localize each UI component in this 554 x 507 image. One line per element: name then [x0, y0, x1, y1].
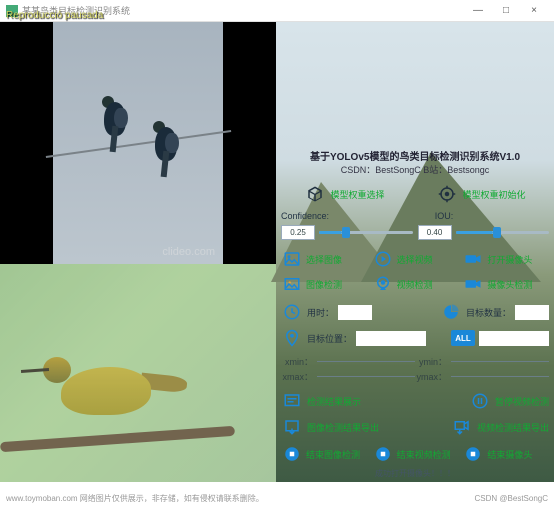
pause-video-button[interactable]: 暂停视频检测 — [495, 395, 549, 408]
ymin-field[interactable] — [451, 361, 549, 362]
end-image-button[interactable]: 结束图像检测 — [306, 448, 360, 461]
stop-image-icon — [281, 443, 303, 465]
iou-value[interactable]: 0.40 — [418, 225, 452, 240]
ymax-label: ymax： — [415, 370, 447, 383]
cube-icon — [304, 183, 326, 205]
select-weights-button[interactable]: 模型权重选择 — [330, 188, 384, 201]
camera-open-icon — [462, 248, 484, 270]
clock-icon — [281, 301, 303, 323]
init-weights-button[interactable]: 模型权重初始化 — [462, 188, 525, 201]
result-preview[interactable] — [0, 264, 276, 483]
image-icon — [281, 248, 303, 270]
page-footer: www.toymoban.com 网络图片仅供展示，非存储，如有侵权请联系删除。… — [0, 489, 554, 507]
export-image-icon — [281, 416, 303, 438]
select-video-button[interactable]: 选择视频 — [397, 253, 433, 266]
play-icon — [372, 248, 394, 270]
close-button[interactable]: × — [520, 2, 548, 20]
footer-disclaimer: www.toymoban.com 网络图片仅供展示，非存储，如有侵权请联系删除。 — [6, 493, 264, 504]
xmax-label: xmax： — [281, 370, 313, 383]
end-camera-button[interactable]: 结束摄像头 — [487, 448, 532, 461]
camera-detect-icon — [462, 273, 484, 295]
webcam-icon — [372, 273, 394, 295]
pause-icon — [469, 390, 491, 412]
confidence-value[interactable]: 0.25 — [281, 225, 315, 240]
export-image-button[interactable]: 图像检测结果导出 — [307, 421, 379, 434]
xmin-label: xmin： — [281, 355, 313, 368]
image-detect-icon — [281, 273, 303, 295]
piechart-icon — [440, 301, 462, 323]
video-preview[interactable]: clideo.com — [0, 22, 276, 264]
time-label: 用时： — [307, 306, 334, 319]
time-value — [338, 305, 372, 320]
position-label: 目标位置： — [307, 332, 352, 345]
footer-credit: CSDN @BestSongC — [475, 494, 548, 503]
app-title: 基于YOLOv5模型的鸟类目标检测识别系统V1.0 — [281, 148, 549, 163]
open-camera-button[interactable]: 打开摄像头 — [487, 253, 532, 266]
all-chip[interactable]: ALL — [451, 330, 475, 346]
maximize-button[interactable]: □ — [492, 2, 520, 20]
show-results-button[interactable]: 检测结果展示 — [307, 395, 361, 408]
target-icon — [436, 183, 458, 205]
stop-camera-icon — [462, 443, 484, 465]
count-value — [515, 305, 549, 320]
end-video-button[interactable]: 结束视频检测 — [397, 448, 451, 461]
camera-detect-button[interactable]: 摄像头检测 — [487, 278, 532, 291]
app-subtitle: CSDN：BestSongC B站：Bestsongc — [281, 163, 549, 176]
iou-label: IOU: — [435, 211, 454, 221]
ymax-field[interactable] — [451, 376, 549, 377]
preview-pane: clideo.com — [0, 22, 276, 482]
iou-slider[interactable] — [456, 231, 550, 234]
export-video-icon — [451, 416, 473, 438]
image-detect-button[interactable]: 图像检测 — [306, 278, 342, 291]
select-image-button[interactable]: 选择图像 — [306, 253, 342, 266]
export-video-button[interactable]: 视频检测结果导出 — [477, 421, 549, 434]
all-value — [479, 331, 549, 346]
control-panel: 基于YOLOv5模型的鸟类目标检测识别系统V1.0 CSDN：BestSongC… — [276, 22, 554, 482]
minimize-button[interactable]: — — [464, 2, 492, 20]
stop-video-icon — [372, 443, 394, 465]
watermark-text: clideo.com — [162, 246, 215, 258]
confidence-label: Confidence: — [281, 211, 329, 221]
video-detect-button[interactable]: 视频检测 — [397, 278, 433, 291]
xmin-field[interactable] — [317, 361, 415, 362]
count-label: 目标数量： — [466, 306, 511, 319]
position-value — [356, 331, 426, 346]
location-icon — [281, 327, 303, 349]
confidence-slider[interactable] — [319, 231, 413, 234]
ymin-label: ymin： — [415, 355, 447, 368]
results-icon — [281, 390, 303, 412]
playback-overlay: Reproducció pausada — [6, 10, 103, 21]
xmax-field[interactable] — [317, 376, 415, 377]
status-message: 成功打开摄像头！！！ — [281, 468, 549, 479]
